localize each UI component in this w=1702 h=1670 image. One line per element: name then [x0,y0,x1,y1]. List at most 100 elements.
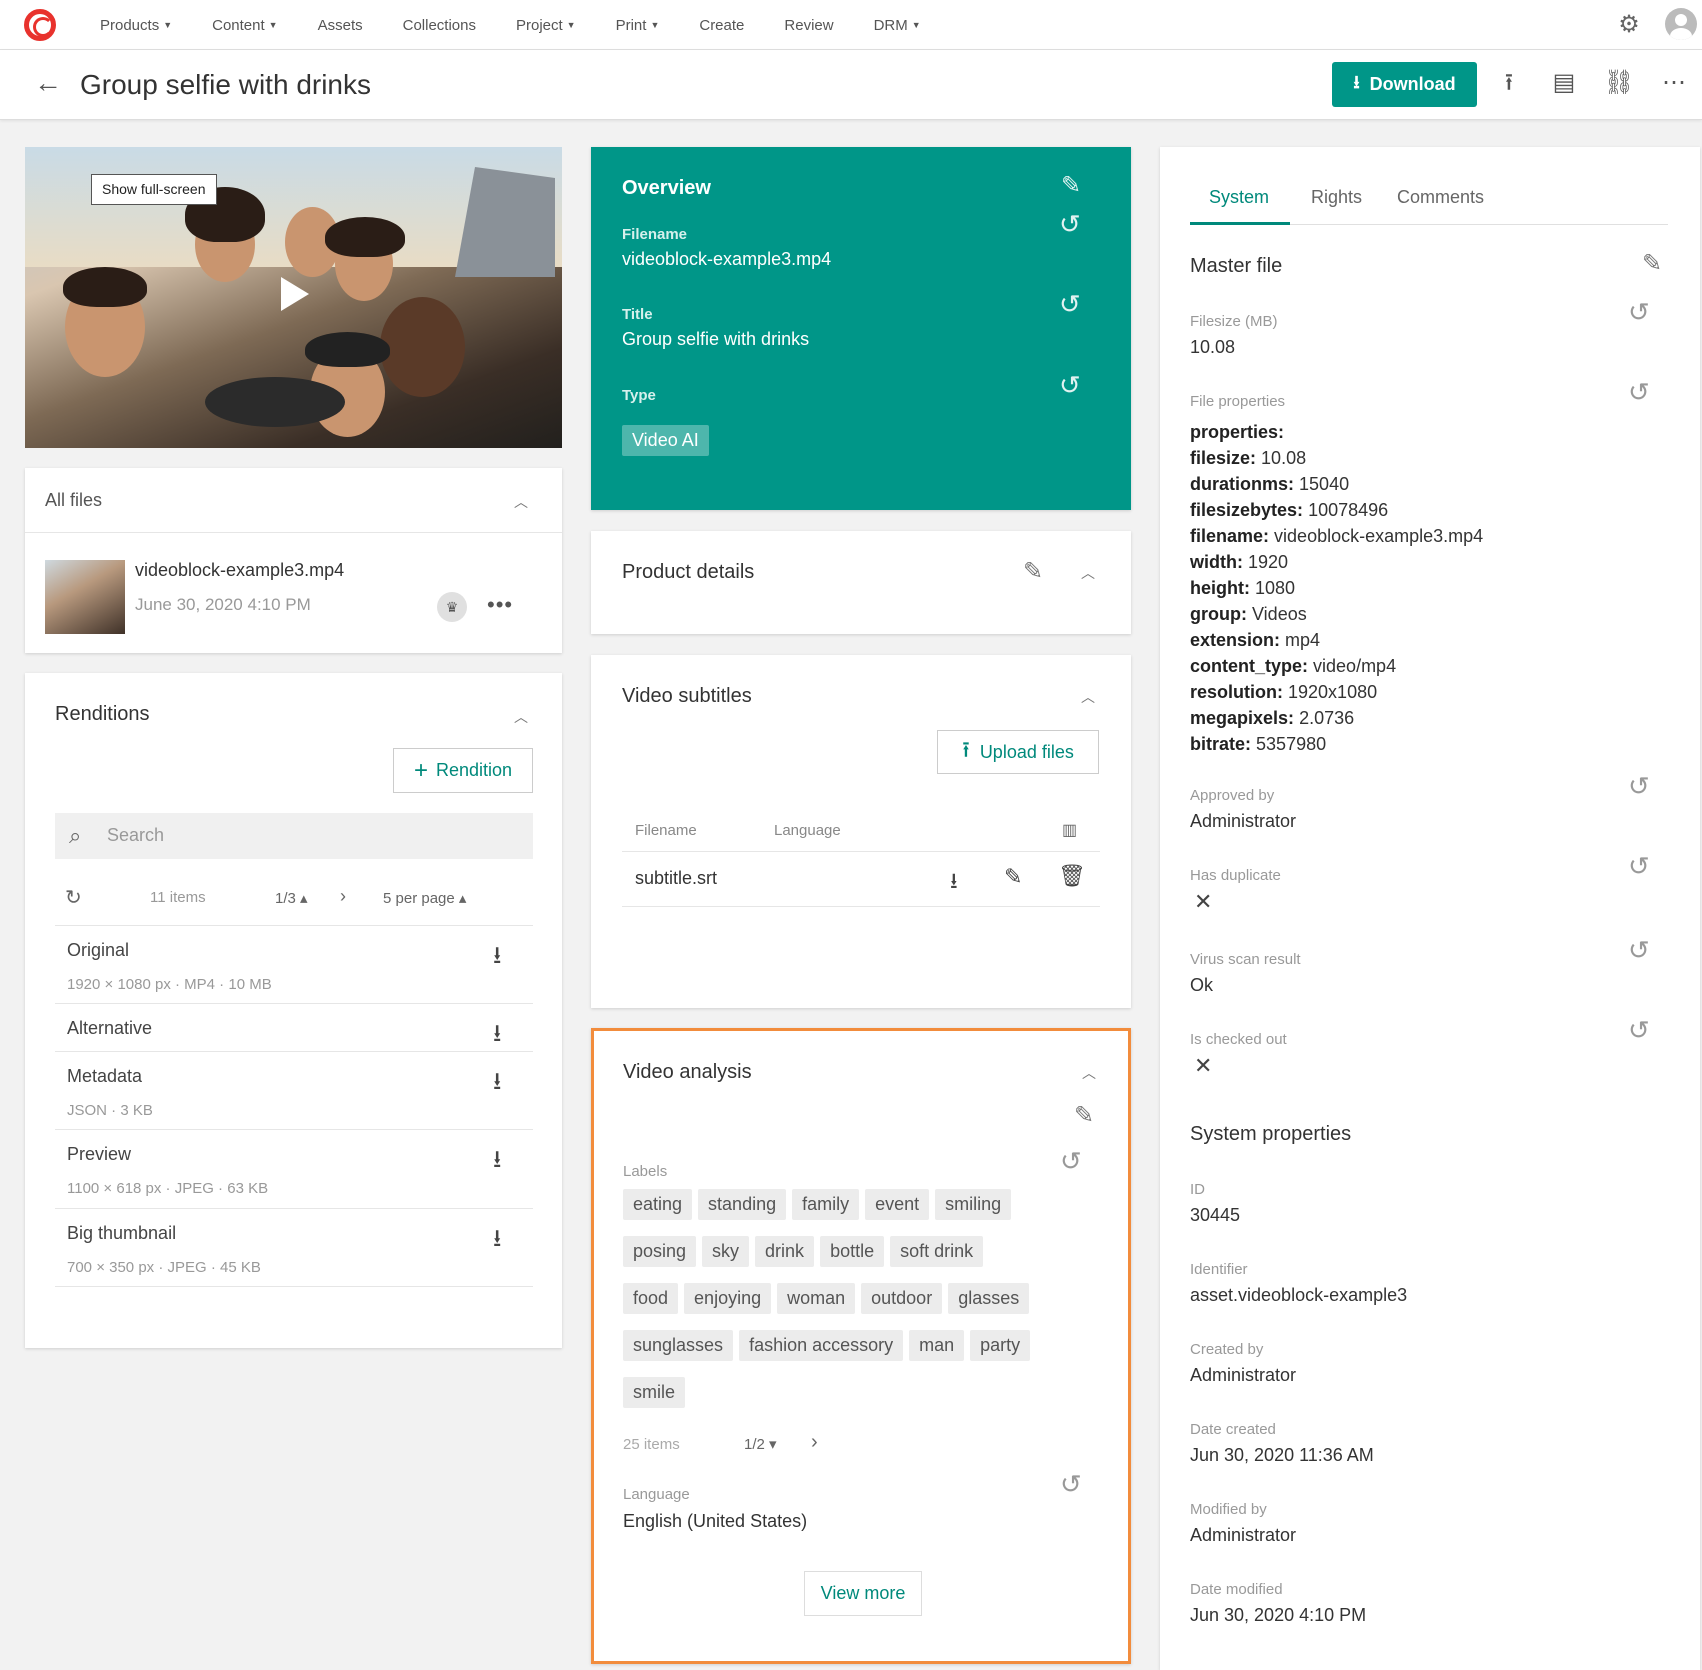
download-icon: ⭳ [1353,71,1360,92]
edit-icon[interactable]: ✎ [1061,171,1081,200]
all-files-header[interactable]: All files ︿ [25,468,562,533]
fullscreen-button[interactable]: Show full-screen [91,174,217,205]
history-icon[interactable]: ↺ [1628,851,1650,882]
search-input[interactable]: Search [107,825,164,846]
nav-item-label: DRM [873,16,908,34]
nav-item-label: Assets [317,16,363,34]
label-chip: glasses [948,1283,1030,1314]
chevron-up-icon[interactable]: ︿ [1081,563,1095,583]
id-value: 30445 [1190,1205,1241,1225]
download-button[interactable]: ⭳ Download [1332,62,1477,107]
upload-icon[interactable]: ⭱ [1491,65,1527,101]
nav-item-assets[interactable]: Assets [298,17,383,34]
comment-icon[interactable]: ▤ [1546,65,1582,101]
edit-icon[interactable]: ✎ [1642,249,1662,278]
identifier-value: asset.videoblock-example3 [1190,1285,1408,1305]
approved-by-value: Administrator [1190,811,1297,831]
property-value: 1920x1080 [1288,682,1378,702]
avatar[interactable] [1665,8,1697,40]
more-options-icon[interactable]: ⋯ [1656,65,1692,101]
overview-title: Overview [622,177,711,199]
gear-icon[interactable]: ⚙ [1616,12,1642,38]
add-rendition-button[interactable]: + Rendition [393,748,533,793]
history-icon[interactable]: ↺ [1628,1015,1650,1046]
crown-icon[interactable]: ♛ [437,592,467,622]
view-more-button[interactable]: View more [804,1571,922,1616]
back-arrow-icon[interactable]: ← [34,68,62,98]
column-filename[interactable]: Filename [635,822,697,839]
columns-icon[interactable]: ▥ [1062,820,1077,840]
property-row: content_type: video/mp4 [1190,653,1483,679]
history-icon[interactable]: ↺ [1628,297,1650,328]
list-item[interactable]: Original 1920 × 1080 px · MP4 · 10 MB ⭳ [55,925,533,1003]
download-icon[interactable]: ⭳ [493,1064,501,1105]
video-preview[interactable]: Show full-screen [25,147,562,448]
per-page-select[interactable]: 5 per page ▴ [383,889,466,907]
tab-system[interactable]: System [1209,187,1269,208]
tab-comments[interactable]: Comments [1397,187,1484,208]
play-icon[interactable] [281,277,309,311]
list-divider [55,1286,533,1287]
refresh-icon[interactable]: ↻ [65,885,82,910]
property-row: resolution: 1920x1080 [1190,679,1483,705]
property-value: 10078496 [1308,500,1389,520]
nav-item-products[interactable]: Products ▼ [80,17,192,34]
labels-page-indicator[interactable]: 1/2 ▾ [744,1435,777,1453]
table-row[interactable]: subtitle.srt ⭳ ✎ 🗑 [622,852,1100,907]
tab-rights[interactable]: Rights [1311,187,1362,208]
list-item[interactable]: Alternative ⭳ [55,1003,533,1051]
renditions-search[interactable]: ⌕ Search [55,813,533,859]
edit-icon[interactable]: ✎ [1074,1101,1094,1130]
nav-item-review[interactable]: Review [764,17,853,34]
history-icon[interactable]: ↺ [1059,289,1081,320]
download-icon[interactable]: ⭳ [493,938,501,979]
chevron-up-icon[interactable]: ︿ [1082,1063,1096,1083]
column-language[interactable]: Language [774,822,841,839]
nav-item-content[interactable]: Content ▼ [192,17,297,34]
list-item[interactable]: Big thumbnail 700 × 350 px · JPEG · 45 KB… [55,1208,533,1286]
history-icon[interactable]: ↺ [1060,1469,1082,1500]
close-icon: ✕ [1194,889,1213,914]
download-icon[interactable]: ⭳ [493,1142,501,1183]
upload-files-button[interactable]: ⭱ Upload files [937,730,1099,774]
nav-item-project[interactable]: Project ▼ [496,17,596,34]
edit-icon[interactable]: ✎ [1004,864,1022,890]
page-indicator[interactable]: 1/3 ▴ [275,889,308,907]
chevron-up-icon[interactable]: ︿ [514,707,528,727]
next-page-icon[interactable]: › [811,1431,818,1454]
property-key: filename: [1190,526,1270,546]
label-chip: sky [702,1236,750,1267]
file-more-icon[interactable]: ••• [487,592,513,618]
history-icon[interactable]: ↺ [1628,935,1650,966]
history-icon[interactable]: ↺ [1628,377,1650,408]
next-page-icon[interactable]: › [340,886,346,907]
app-logo[interactable] [24,9,56,41]
property-key: filesizebytes: [1190,500,1304,520]
history-icon[interactable]: ↺ [1059,370,1081,401]
link-icon[interactable]: ⛓ [1601,65,1637,101]
history-icon[interactable]: ↺ [1059,209,1081,240]
chevron-up-icon[interactable]: ︿ [514,492,528,512]
chevron-up-icon[interactable]: ︿ [1081,687,1095,707]
nav-item-collections[interactable]: Collections [383,17,496,34]
page-number: 1/3 [275,890,296,907]
nav-item-create[interactable]: Create [679,17,764,34]
edit-icon[interactable]: ✎ [1023,557,1043,586]
list-item[interactable]: Preview 1100 × 618 px · JPEG · 63 KB ⭳ [55,1129,533,1208]
list-item[interactable]: Metadata JSON · 3 KB ⭳ [55,1051,533,1129]
file-name[interactable]: videoblock-example3.mp4 [135,560,344,581]
created-by-label: Created by [1190,1341,1264,1358]
created-by-value: Administrator [1190,1365,1297,1385]
history-icon[interactable]: ↺ [1628,771,1650,802]
trash-icon[interactable]: 🗑 [1058,863,1086,889]
nav-item-print[interactable]: Print ▼ [596,17,680,34]
subtitles-table-header: Filename Language ▥ [622,810,1100,852]
property-key: group: [1190,604,1247,624]
download-icon[interactable]: ⭳ [950,864,958,902]
file-thumbnail[interactable] [45,560,125,634]
history-icon[interactable]: ↺ [1060,1146,1082,1177]
nav-item-drm[interactable]: DRM ▼ [854,17,941,34]
download-icon[interactable]: ⭳ [493,1221,501,1262]
label-chip: food [623,1283,679,1314]
property-row: filesize: 10.08 [1190,445,1483,471]
